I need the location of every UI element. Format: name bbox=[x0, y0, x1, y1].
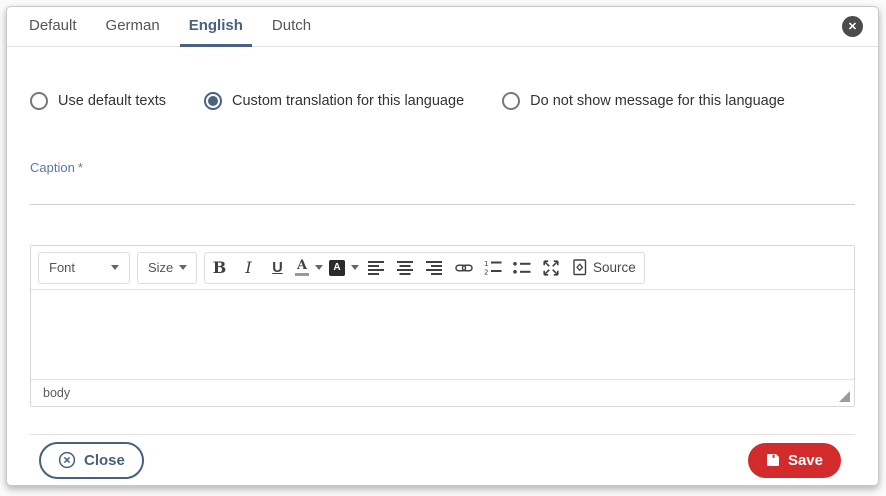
caption-field-label: Caption* bbox=[30, 160, 855, 175]
radio-selected-icon bbox=[204, 92, 222, 110]
svg-text:2: 2 bbox=[484, 269, 488, 276]
tab-english-label: English bbox=[189, 17, 243, 34]
close-circle-icon bbox=[58, 451, 76, 469]
font-dropdown-label: Font bbox=[49, 260, 75, 275]
chevron-down-icon bbox=[315, 265, 323, 270]
chevron-down-icon bbox=[351, 265, 359, 270]
translation-mode-options: Use default texts Custom translation for… bbox=[30, 92, 855, 110]
bulleted-list-button[interactable] bbox=[507, 253, 536, 283]
source-button-label: Source bbox=[593, 260, 636, 275]
save-icon bbox=[766, 453, 780, 467]
tab-dutch[interactable]: Dutch bbox=[263, 7, 320, 47]
caption-label-text: Caption bbox=[30, 160, 75, 175]
background-color-icon: A bbox=[329, 260, 345, 276]
text-color-icon: A bbox=[295, 259, 309, 276]
bulleted-list-icon bbox=[513, 261, 531, 275]
radio-do-not-show-label: Do not show message for this language bbox=[530, 93, 785, 109]
save-button-label: Save bbox=[788, 452, 823, 469]
dialog-footer: Close Save bbox=[30, 434, 855, 485]
radio-use-default-texts-label: Use default texts bbox=[58, 93, 166, 109]
align-right-icon bbox=[426, 261, 443, 275]
background-color-button[interactable]: A bbox=[326, 253, 362, 283]
numbered-list-button[interactable]: 1 2 bbox=[478, 253, 507, 283]
align-left-icon bbox=[368, 261, 385, 275]
formatting-button-group: B I U A bbox=[204, 252, 645, 284]
radio-icon bbox=[502, 92, 520, 110]
size-dropdown[interactable]: Size bbox=[137, 252, 197, 284]
link-button[interactable] bbox=[449, 253, 478, 283]
element-path: body bbox=[43, 386, 70, 400]
language-tab-bar: Default German English Dutch ✕ bbox=[7, 7, 878, 47]
tab-english[interactable]: English bbox=[180, 7, 252, 47]
tab-default[interactable]: Default bbox=[20, 7, 86, 47]
tab-german-label: German bbox=[106, 17, 160, 34]
maximize-icon bbox=[543, 260, 559, 276]
close-icon[interactable]: ✕ bbox=[842, 16, 863, 37]
source-button[interactable]: Source bbox=[565, 253, 644, 283]
resize-handle-icon[interactable] bbox=[839, 391, 850, 402]
size-dropdown-label: Size bbox=[148, 260, 173, 275]
maximize-button[interactable] bbox=[536, 253, 565, 283]
required-marker: * bbox=[78, 160, 83, 175]
italic-icon: I bbox=[245, 258, 251, 277]
text-color-button[interactable]: A bbox=[292, 253, 326, 283]
bold-button[interactable]: B bbox=[205, 253, 234, 283]
editor-toolbar: Font Size B I U bbox=[31, 246, 854, 290]
source-icon bbox=[573, 259, 587, 276]
editor-status-bar: body bbox=[31, 379, 854, 406]
caption-input[interactable] bbox=[30, 181, 855, 205]
save-button[interactable]: Save bbox=[748, 443, 841, 478]
radio-custom-translation[interactable]: Custom translation for this language bbox=[204, 92, 464, 110]
align-left-button[interactable] bbox=[362, 253, 391, 283]
rich-text-editor: Font Size B I U bbox=[30, 245, 855, 407]
dialog-content: Use default texts Custom translation for… bbox=[7, 47, 878, 485]
tab-german[interactable]: German bbox=[97, 7, 169, 47]
editor-content-area[interactable] bbox=[31, 290, 854, 379]
align-right-button[interactable] bbox=[420, 253, 449, 283]
radio-custom-translation-label: Custom translation for this language bbox=[232, 93, 464, 109]
underline-button[interactable]: U bbox=[263, 253, 292, 283]
underline-icon: U bbox=[272, 260, 282, 276]
align-center-button[interactable] bbox=[391, 253, 420, 283]
close-icon-glyph: ✕ bbox=[848, 20, 857, 33]
close-button-label: Close bbox=[84, 452, 125, 469]
numbered-list-icon: 1 2 bbox=[484, 260, 502, 275]
font-dropdown[interactable]: Font bbox=[38, 252, 130, 284]
close-button[interactable]: Close bbox=[39, 442, 144, 479]
svg-text:1: 1 bbox=[484, 260, 488, 268]
radio-icon bbox=[30, 92, 48, 110]
chevron-down-icon bbox=[111, 265, 119, 270]
bold-icon: B bbox=[213, 258, 227, 277]
chevron-down-icon bbox=[179, 265, 187, 270]
radio-use-default-texts[interactable]: Use default texts bbox=[30, 92, 166, 110]
italic-button[interactable]: I bbox=[234, 253, 263, 283]
tab-dutch-label: Dutch bbox=[272, 17, 311, 34]
link-icon bbox=[455, 262, 473, 274]
align-center-icon bbox=[397, 261, 414, 275]
radio-do-not-show[interactable]: Do not show message for this language bbox=[502, 92, 785, 110]
translation-dialog: Default German English Dutch ✕ Use defau… bbox=[6, 6, 879, 486]
tab-default-label: Default bbox=[29, 17, 77, 34]
